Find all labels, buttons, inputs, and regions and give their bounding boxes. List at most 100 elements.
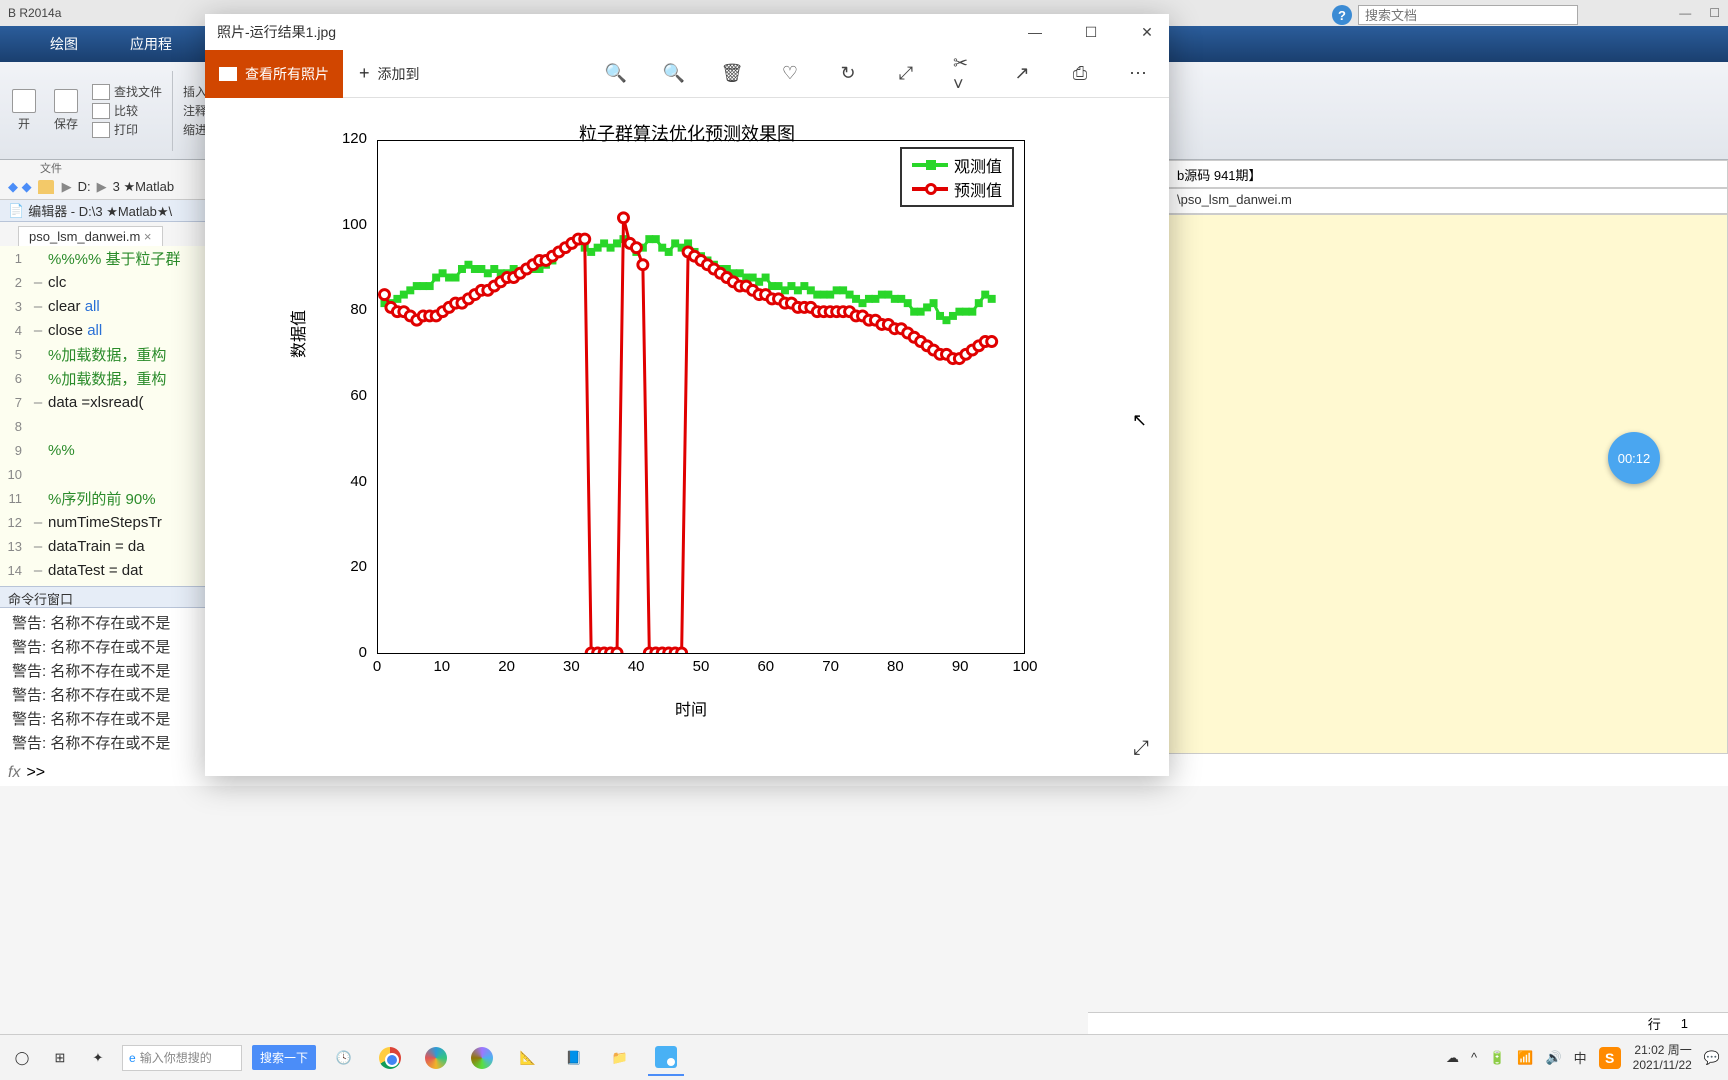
ribbon-tab-plot[interactable]: 绘图 xyxy=(50,34,78,54)
tray-notifications-icon[interactable]: 💬 xyxy=(1704,1050,1720,1066)
taskbar: ◯ ⊞ ✦ e输入你想搜的 搜索一下 🕓 📐 📘 📁 ☁ ^ 🔋 📶 🔊 中 S… xyxy=(0,1034,1728,1080)
app-matlab[interactable]: 📐 xyxy=(510,1040,546,1076)
photos-app-name: 照片 xyxy=(217,22,245,42)
tab-close-icon[interactable]: × xyxy=(144,229,152,244)
x-tick: 40 xyxy=(628,658,645,675)
app-photos[interactable] xyxy=(648,1040,684,1076)
y-tick: 120 xyxy=(333,130,367,147)
app-cortana[interactable] xyxy=(464,1040,500,1076)
start-button[interactable]: ◯ xyxy=(8,1044,36,1072)
y-tick: 60 xyxy=(333,387,367,404)
plot-area: 观测值 预测值 xyxy=(377,140,1025,654)
tray-sogou-icon[interactable]: S xyxy=(1599,1047,1621,1069)
app-chrome[interactable] xyxy=(372,1040,408,1076)
ribbon-tab-apps[interactable]: 应用程 xyxy=(130,34,172,54)
x-tick: 50 xyxy=(693,658,710,675)
open-icon xyxy=(12,89,36,113)
command-prompt: >> xyxy=(26,764,45,782)
task-view-button[interactable]: ⊞ xyxy=(46,1044,74,1072)
copilot-icon[interactable]: ✦ xyxy=(84,1044,112,1072)
photos-titlebar: 照片 - 运行结果1.jpg — ☐ ✕ xyxy=(205,14,1169,50)
legend-observed-icon xyxy=(912,163,948,167)
photos-window: 照片 - 运行结果1.jpg — ☐ ✕ 查看所有照片 + 添加到 🔍 🔍 🗑 … xyxy=(205,14,1169,776)
save-button[interactable]: 保存 xyxy=(50,87,82,134)
print-icon xyxy=(92,122,110,138)
x-tick: 90 xyxy=(952,658,969,675)
help-icon[interactable]: ? xyxy=(1332,5,1352,25)
taskbar-clock[interactable]: 21:02 周一 2021/11/22 xyxy=(1633,1043,1692,1072)
x-tick: 30 xyxy=(563,658,580,675)
find-icon xyxy=(92,84,110,100)
tray-onedrive-icon[interactable]: ☁ xyxy=(1446,1050,1459,1066)
compare-icon xyxy=(92,103,110,119)
app-edge[interactable] xyxy=(418,1040,454,1076)
view-all-icon xyxy=(219,67,237,81)
x-axis-label: 时间 xyxy=(675,696,707,720)
delete-icon[interactable]: 🗑 xyxy=(721,63,743,85)
workspace-panel[interactable] xyxy=(1168,214,1728,754)
photo-canvas[interactable]: 粒子群算法优化预测效果图 数据值 时间 020406080100120 0102… xyxy=(205,98,1169,776)
timer-widget[interactable]: 00:12 xyxy=(1608,432,1660,484)
photos-maximize-btn[interactable]: ☐ xyxy=(1081,24,1101,41)
edit-icon[interactable]: ✂ ˅ xyxy=(953,63,975,85)
fx-icon[interactable]: fx xyxy=(8,764,20,782)
compare-button[interactable]: 比较 xyxy=(92,102,162,119)
folder-icon xyxy=(38,180,54,194)
fullscreen-icon[interactable]: ⤢ xyxy=(1133,737,1149,760)
indent-button[interactable]: 缩进 xyxy=(183,121,207,138)
matlab-minimize-btn[interactable]: — xyxy=(1679,6,1691,20)
app-explorer[interactable]: 📁 xyxy=(602,1040,638,1076)
print-icon[interactable]: ⎙ xyxy=(1069,63,1091,85)
current-file-line[interactable]: \pso_lsm_danwei.m xyxy=(1168,188,1728,214)
y-tick: 20 xyxy=(333,558,367,575)
legend-predicted-icon xyxy=(912,187,948,191)
photos-close-btn[interactable]: ✕ xyxy=(1137,24,1157,41)
mouse-cursor: ↖ xyxy=(1132,410,1147,431)
add-to-button[interactable]: + 添加到 xyxy=(343,63,436,84)
save-icon xyxy=(54,89,78,113)
x-tick: 80 xyxy=(887,658,904,675)
view-all-photos-button[interactable]: 查看所有照片 xyxy=(205,50,343,98)
rotate-icon[interactable]: ↻ xyxy=(837,63,859,85)
more-icon[interactable]: ⋯ xyxy=(1127,63,1149,85)
app-vscode[interactable]: 📘 xyxy=(556,1040,592,1076)
app-clock[interactable]: 🕓 xyxy=(326,1040,362,1076)
workspace-header: b源码 941期】 xyxy=(1168,160,1728,188)
favorite-icon[interactable]: ♡ xyxy=(779,63,801,85)
taskbar-search-button[interactable]: 搜索一下 xyxy=(252,1045,316,1070)
insert-button[interactable]: 插入 xyxy=(183,83,207,100)
x-tick: 100 xyxy=(1012,658,1037,675)
share-icon[interactable]: ↗ xyxy=(1011,63,1033,85)
tray-up-icon[interactable]: ^ xyxy=(1471,1050,1477,1065)
legend: 观测值 预测值 xyxy=(900,147,1014,207)
taskbar-search[interactable]: e输入你想搜的 xyxy=(122,1045,242,1071)
legend-observed-label: 观测值 xyxy=(954,153,1002,177)
photos-filename: 运行结果1.jpg xyxy=(250,22,336,42)
y-tick: 0 xyxy=(333,644,367,661)
photos-toolbar: 查看所有照片 + 添加到 🔍 🔍 🗑 ♡ ↻ ⤢ ✂ ˅ ↗ ⎙ ⋯ xyxy=(205,50,1169,98)
x-tick: 60 xyxy=(757,658,774,675)
x-tick: 10 xyxy=(433,658,450,675)
y-tick: 80 xyxy=(333,301,367,318)
tray-volume-icon[interactable]: 🔊 xyxy=(1545,1050,1561,1066)
find-files-button[interactable]: 查找文件 xyxy=(92,83,162,100)
tray-ime-icon[interactable]: 中 xyxy=(1574,1048,1587,1067)
y-axis-label: 数据值 xyxy=(285,310,309,358)
open-button[interactable]: 开 xyxy=(8,87,40,134)
matlab-maximize-btn[interactable]: ☐ xyxy=(1709,6,1720,20)
crop-icon[interactable]: ⤢ xyxy=(895,63,917,85)
print-button[interactable]: 打印 xyxy=(92,121,162,138)
photos-minimize-btn[interactable]: — xyxy=(1025,24,1045,41)
x-tick: 20 xyxy=(498,658,515,675)
x-tick: 70 xyxy=(822,658,839,675)
tray-network-icon[interactable]: 📶 xyxy=(1517,1050,1533,1066)
doc-search-input[interactable] xyxy=(1358,5,1578,25)
x-tick: 0 xyxy=(373,658,381,675)
tray-battery-icon[interactable]: 🔋 xyxy=(1489,1050,1505,1066)
status-bar: 行 1 xyxy=(1088,1012,1728,1034)
editor-file-tab[interactable]: pso_lsm_danwei.m × xyxy=(18,226,163,246)
matlab-help-search: ? xyxy=(1332,4,1578,26)
comment-button[interactable]: 注释 xyxy=(183,102,207,119)
plus-icon: + xyxy=(359,63,370,84)
zoom-in-icon[interactable]: 🔍 xyxy=(605,63,627,85)
